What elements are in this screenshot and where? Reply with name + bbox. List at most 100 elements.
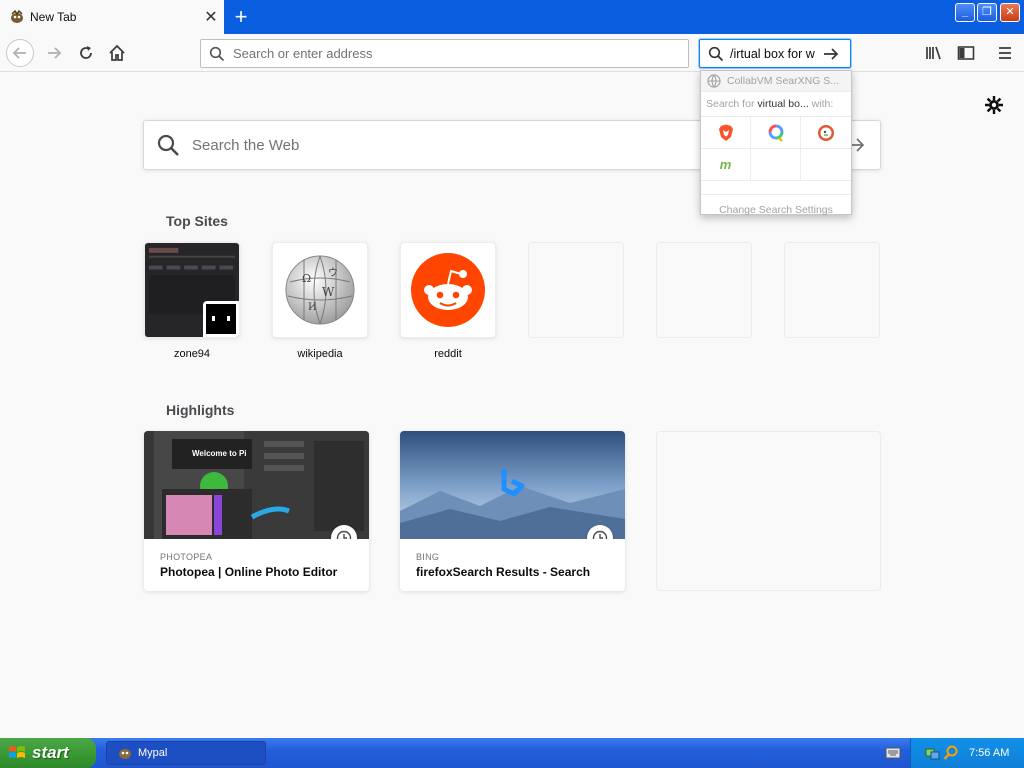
- highlight-source: PHOTOPEA: [160, 552, 213, 562]
- taskbar-item-mypal[interactable]: Mypal: [106, 741, 266, 765]
- highlight-empty-slot: [656, 431, 881, 591]
- globe-icon: [707, 74, 721, 88]
- top-site-thumbnail: [400, 242, 496, 338]
- windows-logo-icon: [9, 746, 25, 758]
- current-search-engine[interactable]: CollabVM SearXNG S...: [701, 71, 851, 92]
- search-icon: [157, 134, 179, 156]
- close-window-button[interactable]: ✕: [1000, 3, 1020, 22]
- hamburger-menu-icon: [999, 47, 1011, 59]
- search-for-suffix: with:: [811, 98, 834, 110]
- highlights-heading: Highlights: [166, 402, 235, 418]
- search-for-term: virtual bo...: [757, 98, 809, 110]
- top-site-thumbnail: [144, 242, 240, 338]
- search-engine-name: CollabVM SearXNG S...: [727, 75, 840, 87]
- reload-icon: [80, 46, 92, 59]
- photopea-thumbnail: Welcome to Pi: [144, 431, 369, 539]
- top-site-label: zone94: [173, 348, 211, 360]
- close-tab-icon[interactable]: ✕: [198, 7, 224, 27]
- engine-brave-button[interactable]: [701, 117, 751, 149]
- tab-new-tab[interactable]: New Tab ✕: [0, 0, 224, 34]
- top-site-wikipedia[interactable]: Ω W И ウ wikipedia: [272, 242, 368, 360]
- taskbar-item-label: Mypal: [138, 747, 168, 759]
- top-site-label: wikipedia: [297, 348, 343, 360]
- photopea-screenshot-thumbnail: [144, 431, 369, 539]
- zone94-logo-icon: [206, 304, 236, 334]
- top-sites-heading: Top Sites: [166, 213, 228, 229]
- back-button[interactable]: [6, 39, 34, 67]
- forward-arrow-icon: [48, 47, 62, 59]
- empty-tile: [656, 242, 752, 338]
- reddit-icon: [411, 253, 485, 327]
- home-button[interactable]: [103, 39, 131, 67]
- svg-text:Ω: Ω: [302, 272, 311, 285]
- search-for-row: Search for virtual bo... with:: [701, 92, 851, 116]
- gear-icon: [985, 96, 1003, 114]
- empty-tile: [784, 242, 880, 338]
- search-for-prefix: Search for: [706, 98, 755, 110]
- top-site-label: reddit: [434, 348, 462, 360]
- engine-duckduckgo-button[interactable]: [801, 117, 851, 149]
- minimize-window-button[interactable]: _: [955, 3, 975, 22]
- highlight-card-photopea[interactable]: Welcome to Pi PHOTOPEA Photopea | Online…: [144, 431, 369, 591]
- sidebar-button[interactable]: [952, 39, 980, 67]
- top-site-empty-slot: [656, 242, 752, 338]
- taskbar-clock: 7:56 AM: [969, 747, 1010, 759]
- tab-title: New Tab: [30, 10, 77, 24]
- mojeek-icon: m: [719, 157, 732, 172]
- sidebar-icon: [957, 46, 975, 60]
- address-bar[interactable]: [200, 39, 689, 68]
- top-site-thumbnail: Ω W И ウ: [272, 242, 368, 338]
- keyboard-icon[interactable]: [885, 746, 901, 760]
- forward-button[interactable]: [40, 39, 68, 67]
- reload-button[interactable]: [72, 39, 100, 67]
- top-site-zone94[interactable]: zone94: [144, 242, 240, 360]
- search-bar[interactable]: [699, 39, 851, 68]
- engine-empty-cell: [801, 149, 851, 181]
- svg-text:И: И: [308, 302, 317, 313]
- engine-empty-cell: [751, 149, 801, 181]
- highlight-card-bing[interactable]: BING firefoxSearch Results - Search: [400, 431, 625, 591]
- navigation-toolbar: [0, 34, 1024, 72]
- start-label: start: [32, 743, 69, 762]
- library-button[interactable]: [920, 39, 948, 67]
- library-icon: [926, 46, 941, 60]
- search-go-arrow-icon[interactable]: [822, 46, 840, 62]
- engine-mojeek-button[interactable]: m: [701, 149, 751, 181]
- search-tray-icon[interactable]: [943, 745, 959, 761]
- highlight-title: Photopea | Online Photo Editor: [160, 565, 338, 579]
- mypal-app-icon: [119, 749, 131, 759]
- search-icon: [708, 46, 724, 61]
- home-icon: [109, 44, 125, 61]
- search-input[interactable]: [730, 46, 822, 61]
- highlight-title: firefoxSearch Results - Search: [416, 565, 591, 579]
- search-icon: [209, 46, 225, 61]
- bing-landscape-thumbnail: [400, 431, 625, 539]
- mypal-favicon-icon: [11, 9, 23, 23]
- menu-button[interactable]: [991, 39, 1019, 67]
- restore-window-button[interactable]: ❐: [977, 3, 997, 22]
- top-site-reddit[interactable]: reddit: [400, 242, 496, 360]
- tab-strip: New Tab ✕ + _ ❐ ✕: [0, 0, 1024, 34]
- engine-qwant-button[interactable]: [751, 117, 801, 149]
- empty-tile: [528, 242, 624, 338]
- brave-icon: [718, 124, 733, 141]
- search-suggestions-popup: CollabVM SearXNG S... Search for virtual…: [700, 70, 852, 216]
- new-tab-button[interactable]: +: [228, 4, 254, 30]
- highlight-source: BING: [416, 552, 440, 562]
- photopea-welcome-text: Welcome to Pi: [192, 449, 247, 458]
- change-search-settings-button[interactable]: Change Search Settings: [701, 194, 851, 224]
- duckduckgo-icon: [818, 124, 834, 141]
- start-button[interactable]: start: [0, 738, 96, 768]
- bing-thumbnail: [400, 431, 625, 539]
- zone94-favicon: [203, 301, 239, 337]
- network-icon[interactable]: [925, 745, 941, 761]
- top-site-empty-slot: [784, 242, 880, 338]
- address-input[interactable]: [233, 46, 673, 61]
- one-off-search-engines: m: [701, 116, 851, 181]
- qwant-icon: [768, 124, 783, 142]
- svg-text:W: W: [322, 285, 335, 299]
- top-site-empty-slot: [528, 242, 624, 338]
- back-arrow-icon: [12, 47, 26, 59]
- newtab-settings-button[interactable]: [983, 94, 1005, 116]
- svg-text:ウ: ウ: [328, 267, 338, 279]
